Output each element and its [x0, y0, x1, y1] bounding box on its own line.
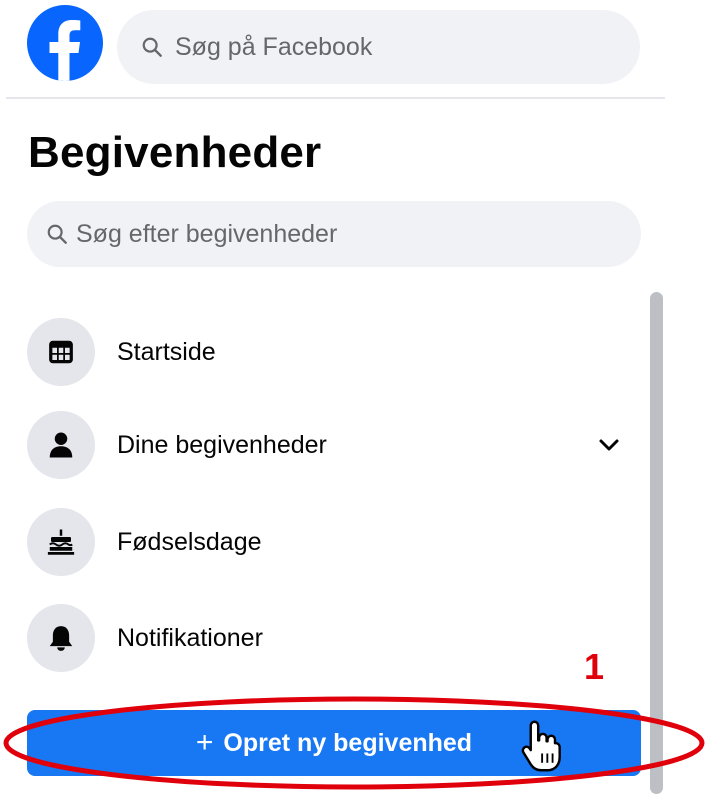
facebook-logo[interactable]	[27, 5, 103, 81]
page-title: Begivenheder	[28, 128, 322, 177]
sidebar-item-label: Notifikationer	[117, 623, 263, 652]
plus-icon: +	[195, 726, 214, 759]
search-icon	[142, 37, 162, 57]
cake-icon	[27, 508, 95, 576]
facebook-search-placeholder: Søg på Facebook	[175, 32, 373, 61]
annotation-number: 1	[584, 646, 605, 687]
search-icon	[47, 224, 67, 244]
events-search-bar[interactable]: Søg efter begivenheder	[27, 201, 641, 267]
sidebar-item-fodselsdage[interactable]: Fødselsdage	[27, 502, 627, 582]
sidebar-item-label: Startside	[117, 337, 216, 366]
header-divider	[6, 97, 665, 99]
hand-cursor-icon	[521, 720, 561, 772]
sidebar-item-dine-begivenheder[interactable]: Dine begivenheder	[27, 405, 627, 485]
events-search-placeholder: Søg efter begivenheder	[76, 219, 338, 248]
sidebar-item-startside[interactable]: Startside	[27, 312, 627, 392]
person-icon	[27, 411, 95, 479]
sidebar-item-label: Fødselsdage	[117, 527, 262, 556]
facebook-search-bar[interactable]: Søg på Facebook	[117, 10, 640, 84]
create-event-label: Opret ny begivenhed	[223, 728, 473, 757]
sidebar-item-notifikationer[interactable]: Notifikationer	[27, 598, 627, 678]
calendar-icon	[27, 318, 95, 386]
chevron-down-icon[interactable]	[597, 433, 621, 457]
sidebar-scrollbar[interactable]	[650, 292, 663, 794]
bell-icon	[27, 604, 95, 672]
sidebar-item-label: Dine begivenheder	[117, 430, 327, 459]
